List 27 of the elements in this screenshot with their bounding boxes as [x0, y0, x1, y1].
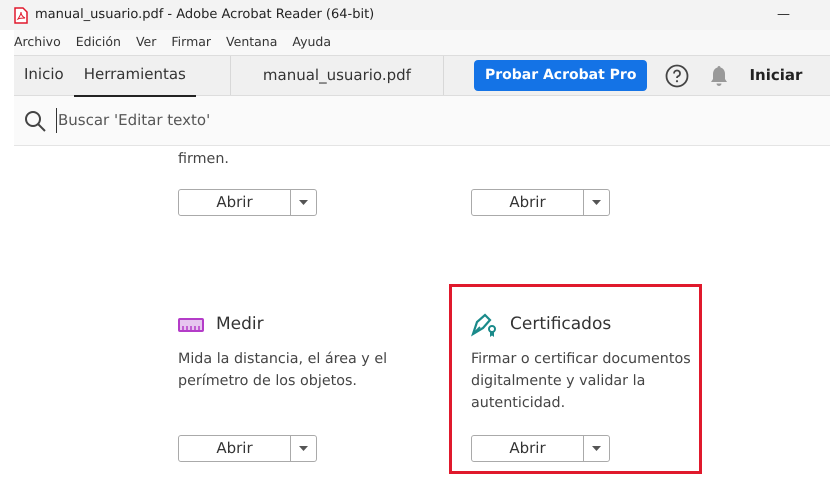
- caret-icon: [299, 446, 308, 451]
- tab[interactable]: Inicio: [14, 54, 74, 97]
- pen-ribbon-icon: [471, 312, 498, 338]
- search-icon: [24, 110, 46, 132]
- tool-description: firmen.: [178, 150, 230, 169]
- ruler-icon: [178, 318, 204, 332]
- menu-item[interactable]: Edición: [76, 33, 121, 52]
- trial-button[interactable]: Probar Acrobat Pro: [474, 60, 648, 91]
- menu-item[interactable]: Ayuda: [292, 33, 332, 52]
- document-tab[interactable]: manual_usuario.pdf: [230, 56, 444, 95]
- minimize-button[interactable]: —: [777, 5, 790, 25]
- tool-title: Certificados: [510, 313, 612, 336]
- search-field[interactable]: Buscar 'Editar texto': [56, 108, 356, 133]
- pdf-file-icon: [14, 6, 28, 24]
- menu-item[interactable]: Firmar: [171, 33, 212, 52]
- tool-description: Mida la distancia, el área y el perímetro de los objetos.: [178, 350, 388, 391]
- tool-description: Firmar o certificar documentos digitalmente y validar la autenticidad.: [471, 350, 692, 413]
- menu-item[interactable]: Archivo: [14, 33, 61, 52]
- tool-title: Medir: [216, 313, 264, 336]
- help-icon[interactable]: [665, 64, 690, 88]
- menu-item[interactable]: Ventana: [226, 33, 278, 52]
- caret-icon: [299, 200, 308, 205]
- caret-icon: [592, 446, 601, 451]
- menu-item[interactable]: Ver: [136, 33, 156, 52]
- sign-in-link[interactable]: Iniciar: [749, 64, 802, 87]
- window-title: manual_usuario.pdf - Adobe Acrobat Reader (64-bit): [35, 6, 374, 24]
- caret-icon: [592, 200, 601, 205]
